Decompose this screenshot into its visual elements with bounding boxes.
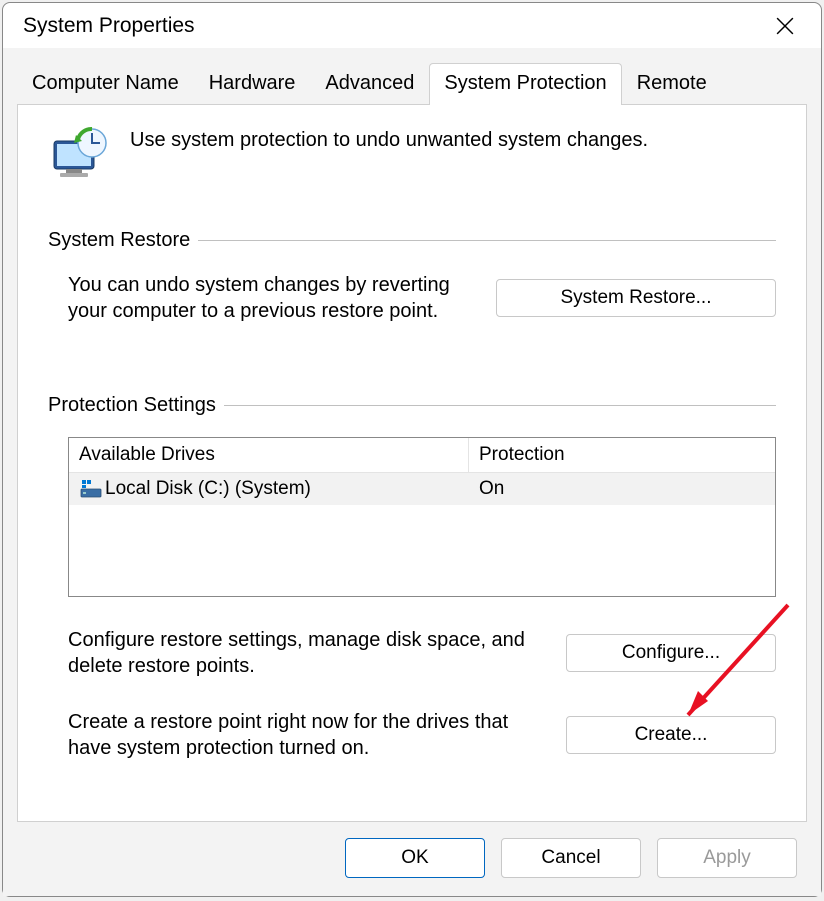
configure-row: Configure restore settings, manage disk … [48, 627, 776, 679]
system-properties-window: System Properties Computer Name Hardware… [2, 2, 822, 897]
close-button[interactable] [763, 4, 807, 48]
create-row: Create a restore point right now for the… [48, 709, 776, 761]
table-row[interactable]: Local Disk (C:) (System) On [69, 473, 775, 505]
col-header-protection[interactable]: Protection [469, 438, 775, 472]
cell-drive: Local Disk (C:) (System) [69, 473, 469, 505]
cell-protection: On [469, 473, 775, 505]
tabstrip: Computer Name Hardware Advanced System P… [3, 48, 821, 104]
tab-panel-system-protection: Use system protection to undo unwanted s… [17, 104, 807, 822]
system-restore-row: You can undo system changes by reverting… [48, 272, 776, 324]
group-header-system-restore: System Restore [48, 229, 776, 252]
system-protection-icon [48, 125, 112, 189]
group-label-system-restore: System Restore [48, 229, 190, 252]
intro-text: Use system protection to undo unwanted s… [130, 125, 648, 152]
tab-advanced[interactable]: Advanced [310, 63, 429, 105]
tab-hardware[interactable]: Hardware [194, 63, 311, 105]
ok-button[interactable]: OK [345, 838, 485, 878]
create-desc: Create a restore point right now for the… [68, 709, 546, 761]
apply-button[interactable]: Apply [657, 838, 797, 878]
tab-computer-name[interactable]: Computer Name [17, 63, 194, 105]
drive-icon [79, 477, 103, 501]
col-header-drives[interactable]: Available Drives [69, 438, 469, 472]
title-bar: System Properties [3, 3, 821, 48]
configure-button[interactable]: Configure... [566, 634, 776, 672]
window-title: System Properties [23, 14, 763, 38]
table-header: Available Drives Protection [69, 438, 775, 473]
dialog-button-row: OK Cancel Apply [3, 822, 821, 896]
create-button[interactable]: Create... [566, 716, 776, 754]
divider [224, 405, 776, 406]
group-header-protection-settings: Protection Settings [48, 394, 776, 417]
system-restore-button[interactable]: System Restore... [496, 279, 776, 317]
system-restore-desc: You can undo system changes by reverting… [68, 272, 476, 324]
close-icon [776, 17, 794, 35]
intro-row: Use system protection to undo unwanted s… [48, 125, 776, 189]
configure-desc: Configure restore settings, manage disk … [68, 627, 546, 679]
tab-system-protection[interactable]: System Protection [429, 63, 621, 105]
divider [198, 240, 776, 241]
drives-table: Available Drives Protection Local Disk (… [68, 437, 776, 597]
tab-remote[interactable]: Remote [622, 63, 722, 105]
group-label-protection-settings: Protection Settings [48, 394, 216, 417]
drive-name: Local Disk (C:) (System) [105, 478, 311, 500]
cancel-button[interactable]: Cancel [501, 838, 641, 878]
